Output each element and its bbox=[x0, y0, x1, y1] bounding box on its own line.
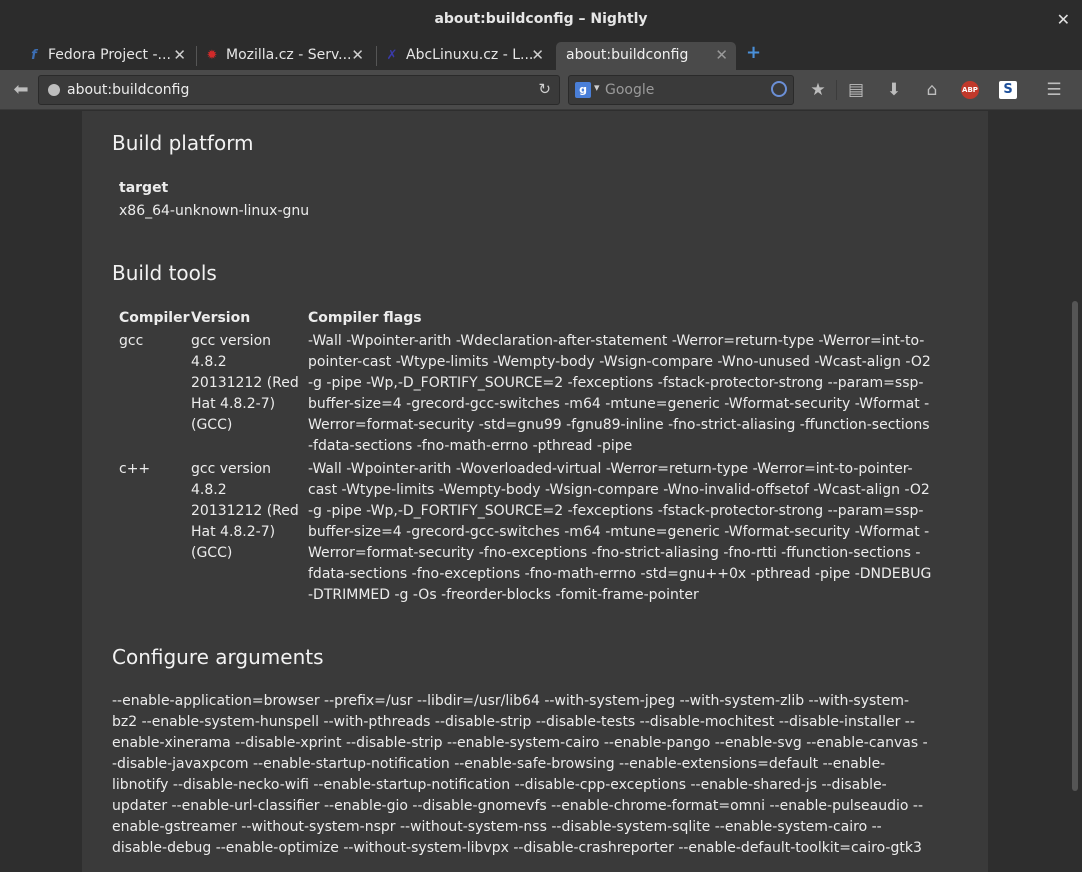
window-title: about:buildconfig – Nightly bbox=[434, 11, 648, 27]
downloads-icon[interactable]: ⬇ bbox=[882, 78, 906, 102]
window-titlebar: about:buildconfig – Nightly ✕ bbox=[0, 0, 1082, 40]
configure-arguments-text: --enable-application=browser --prefix=/u… bbox=[112, 693, 928, 856]
bookmark-star-icon[interactable]: ★ bbox=[806, 78, 830, 102]
search-icon[interactable] bbox=[771, 81, 787, 97]
col-header-flags: Compiler flags bbox=[308, 310, 422, 326]
tab-fedora[interactable]: f Fedora Project -... ✕ bbox=[22, 42, 194, 70]
tab-label: Fedora Project -... bbox=[48, 47, 171, 63]
abclinuxu-icon: ✗ bbox=[386, 48, 398, 63]
table-row-compiler: gcc bbox=[119, 333, 144, 349]
home-icon[interactable]: ⌂ bbox=[920, 78, 944, 102]
hamburger-menu-icon[interactable]: ☰ bbox=[1042, 78, 1066, 102]
table-row-flags: -Wall -Wpointer-arith -Wdeclaration-afte… bbox=[308, 333, 931, 454]
navigation-bar: ⬅ about:buildconfig ↻ g ▾ ★ ▤ ⬇ ⌂ ABP S … bbox=[0, 70, 1082, 110]
tab-close-icon[interactable]: ✕ bbox=[715, 46, 728, 64]
window-close-icon[interactable]: ✕ bbox=[1057, 10, 1070, 29]
site-identity-icon bbox=[48, 84, 60, 96]
heading-build-platform: Build platform bbox=[112, 131, 254, 155]
target-label: target bbox=[119, 180, 169, 196]
heading-build-tools: Build tools bbox=[112, 261, 217, 285]
back-arrow-icon[interactable]: ⬅ bbox=[8, 77, 34, 103]
adblock-plus-icon[interactable]: ABP bbox=[961, 81, 979, 99]
tab-close-icon[interactable]: ✕ bbox=[531, 46, 544, 64]
new-tab-plus-icon[interactable]: + bbox=[746, 42, 761, 63]
tab-buildconfig[interactable]: about:buildconfig ✕ bbox=[556, 42, 736, 70]
chevron-down-icon[interactable]: ▾ bbox=[594, 81, 600, 94]
tab-label: AbcLinuxu.cz - L... bbox=[406, 47, 534, 63]
fedora-icon: f bbox=[31, 48, 37, 63]
search-bar[interactable]: g ▾ bbox=[568, 75, 794, 105]
table-row-version: gcc version 4.8.2 20131212 (Red Hat 4.8.… bbox=[191, 333, 299, 433]
target-value: x86_64-unknown-linux-gnu bbox=[119, 203, 310, 219]
seznam-icon[interactable]: S bbox=[999, 81, 1017, 99]
mozilla-icon: ✹ bbox=[206, 48, 218, 63]
page-scrollbar[interactable] bbox=[1070, 111, 1080, 872]
reload-icon[interactable]: ↻ bbox=[538, 80, 551, 98]
table-row-version: gcc version 4.8.2 20131212 (Red Hat 4.8.… bbox=[191, 461, 299, 561]
search-input[interactable] bbox=[605, 80, 765, 100]
col-header-version: Version bbox=[191, 310, 251, 326]
scrollbar-thumb[interactable] bbox=[1072, 301, 1078, 791]
tab-strip: f Fedora Project -... ✕ ✹ Mozilla.cz - S… bbox=[0, 40, 1082, 70]
tab-label: about:buildconfig bbox=[566, 47, 689, 63]
google-engine-icon[interactable]: g bbox=[575, 82, 591, 98]
bookmarks-menu-icon[interactable]: ▤ bbox=[844, 78, 868, 102]
tab-label: Mozilla.cz - Serv... bbox=[226, 47, 352, 63]
table-row-flags: -Wall -Wpointer-arith -Woverloaded-virtu… bbox=[308, 461, 932, 603]
url-text[interactable]: about:buildconfig bbox=[67, 82, 189, 98]
tab-close-icon[interactable]: ✕ bbox=[351, 46, 364, 64]
buildconfig-page: Build platform target x86_64-unknown-lin… bbox=[82, 111, 988, 872]
url-bar[interactable]: about:buildconfig ↻ bbox=[38, 75, 560, 105]
content-viewport: Build platform target x86_64-unknown-lin… bbox=[0, 111, 1082, 872]
tab-abclinuxu[interactable]: ✗ AbcLinuxu.cz - L... ✕ bbox=[380, 42, 552, 70]
tab-close-icon[interactable]: ✕ bbox=[173, 46, 186, 64]
heading-configure-arguments: Configure arguments bbox=[112, 645, 324, 669]
table-row-compiler: c++ bbox=[119, 461, 151, 477]
col-header-compiler: Compiler bbox=[119, 310, 190, 326]
tab-mozilla[interactable]: ✹ Mozilla.cz - Serv... ✕ bbox=[200, 42, 372, 70]
